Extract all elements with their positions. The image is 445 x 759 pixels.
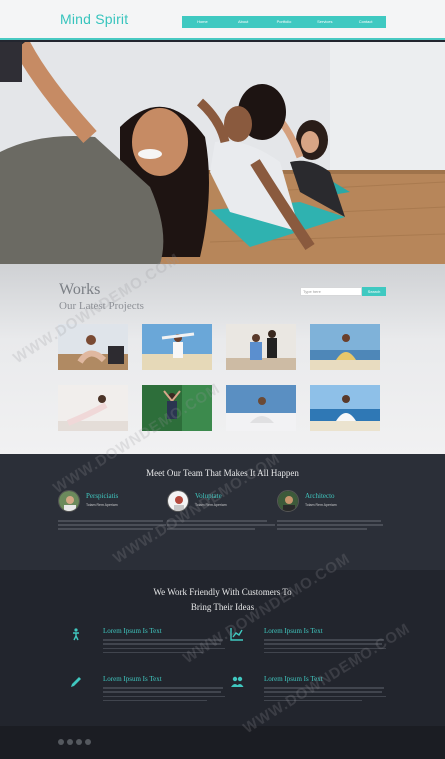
search-button[interactable]: Search [362, 287, 386, 296]
nav-item-contact[interactable]: Contact [345, 16, 386, 28]
customers-heading: We Work Friendly With Customers To Bring… [0, 585, 445, 615]
feature-title[interactable]: Lorem Ipsum Is Text [264, 627, 323, 635]
team-section: Meet Our Team That Makes It All Happen P… [0, 454, 445, 570]
member-role: Totam Rem Aperiam [305, 503, 337, 507]
feature-title[interactable]: Lorem Ipsum Is Text [103, 627, 162, 635]
works-title: Works [59, 281, 101, 298]
project-thumbnail[interactable] [310, 385, 380, 431]
users-icon [231, 676, 244, 687]
team-heading: Meet Our Team That Makes It All Happen [146, 468, 299, 478]
project-thumbnail[interactable] [142, 385, 212, 431]
member-name[interactable]: Architecto [305, 492, 335, 500]
nav-item-portfolio[interactable]: Portfolio [264, 16, 305, 28]
dribbble-icon[interactable] [85, 739, 91, 745]
chart-icon [230, 628, 243, 641]
member-description [277, 520, 387, 534]
site-logo[interactable]: Mind Spirit [60, 11, 128, 27]
member-name[interactable]: Voluptate [195, 492, 222, 500]
feature-text [264, 639, 386, 656]
project-thumbnail[interactable] [58, 385, 128, 431]
member-name[interactable]: Perspiciatis [86, 492, 118, 500]
customers-heading-line1: We Work Friendly With Customers To [153, 587, 292, 597]
feature-text [264, 687, 386, 704]
nav-item-about[interactable]: About [223, 16, 264, 28]
feature-text [103, 639, 225, 656]
project-thumbnail[interactable] [142, 324, 212, 370]
project-thumbnail[interactable] [58, 324, 128, 370]
feature-item: Lorem Ipsum Is Text [69, 675, 229, 715]
feature-text [103, 687, 225, 704]
works-subtitle: Our Latest Projects [59, 300, 144, 312]
avatar [167, 490, 189, 512]
member-description [58, 520, 168, 534]
project-thumbnail[interactable] [226, 385, 296, 431]
customers-section: We Work Friendly With Customers To Bring… [0, 570, 445, 726]
member-role: Totam Rem Aperiam [86, 503, 118, 507]
project-thumbnail[interactable] [226, 324, 296, 370]
customers-heading-line2: Bring Their Ideas [190, 602, 255, 612]
works-section: Works Our Latest Projects Type here Sear… [0, 264, 445, 454]
pencil-icon [71, 677, 81, 687]
feature-item: Lorem Ipsum Is Text [230, 675, 390, 715]
project-thumbnail[interactable] [310, 324, 380, 370]
feature-item: Lorem Ipsum Is Text [69, 627, 229, 667]
feature-item: Lorem Ipsum Is Text [230, 627, 390, 667]
avatar [58, 490, 80, 512]
feature-title[interactable]: Lorem Ipsum Is Text [264, 675, 323, 683]
member-description [167, 520, 277, 534]
hero-banner [0, 42, 445, 264]
social-links [58, 739, 91, 745]
main-nav: Home About Portfolio Services Contact [182, 16, 386, 28]
hero-yoga-image [0, 42, 445, 264]
nav-item-home[interactable]: Home [182, 16, 223, 28]
site-header: Mind Spirit Home About Portfolio Service… [0, 0, 445, 40]
feature-title[interactable]: Lorem Ipsum Is Text [103, 675, 162, 683]
google-icon[interactable] [76, 739, 82, 745]
search-input[interactable]: Type here [300, 287, 362, 296]
figure-icon [73, 628, 79, 641]
nav-item-services[interactable]: Services [304, 16, 345, 28]
site-footer [0, 726, 445, 759]
avatar [277, 490, 299, 512]
member-role: Totam Rem Aperiam [195, 503, 227, 507]
twitter-icon[interactable] [67, 739, 73, 745]
facebook-icon[interactable] [58, 739, 64, 745]
